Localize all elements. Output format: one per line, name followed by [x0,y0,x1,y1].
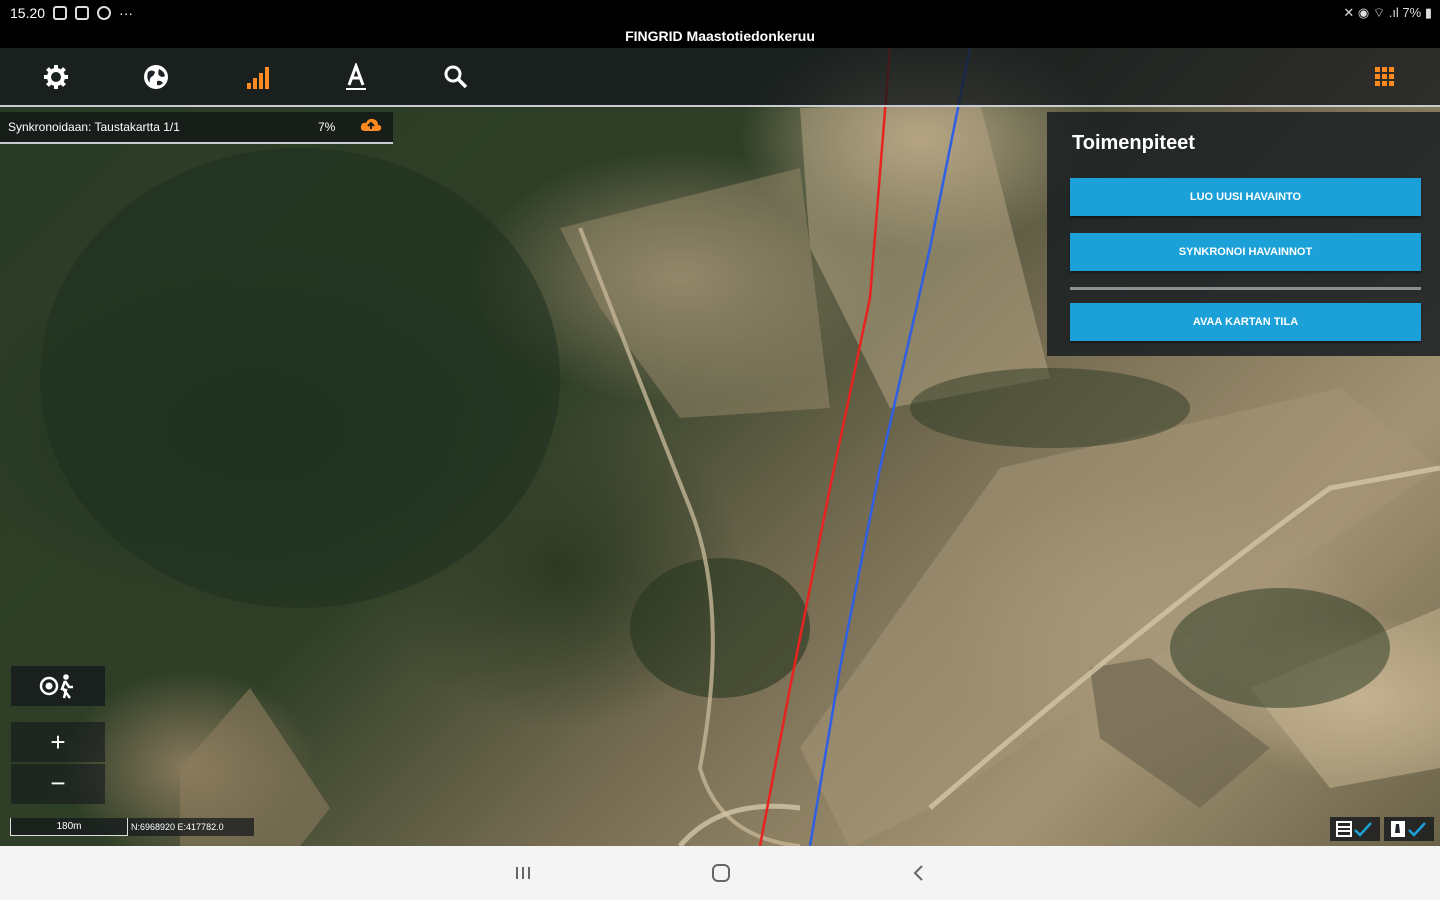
signal-bars-icon [247,67,269,89]
map-check-icon [1391,821,1426,837]
forest-area [1170,588,1390,708]
forest-area [40,148,560,608]
menu-button[interactable] [1367,60,1403,94]
cloud-upload-icon [360,118,382,131]
home-icon [712,864,730,882]
text-tool-icon [346,63,366,90]
location-follow-button[interactable] [11,666,105,706]
status-bar: 15.20 ··· ✕ ◉ ⌔ .ıl 7% ▮ [0,0,1440,26]
forest-area [630,558,810,698]
status-indicators: ✕ ◉ ⌔ .ıl 7% ▮ [1343,5,1432,20]
forest-area [910,368,1190,448]
sync-percent: 7% [318,120,336,134]
zoom-in-button[interactable]: + [11,722,105,762]
location-follow-icon [39,674,73,699]
text-tool-button[interactable] [338,60,374,94]
actions-panel: Toimenpiteet LUO UUSI HAVAINTO SYNKRONOI… [1047,112,1440,356]
coordinates-readout: N:6968920 E:417782.0 [128,818,254,836]
field-area [560,168,830,418]
back-icon [913,865,923,881]
gallery-icon [75,6,90,20]
gps-signal-button[interactable] [240,60,276,94]
more-notifications: ··· [119,5,134,21]
panel-title: Toimenpiteet [1072,132,1195,154]
app-title: FINGRID Maastotiedonkeruu [625,28,815,44]
create-observation-button[interactable]: LUO UUSI HAVAINTO [1070,178,1421,216]
top-toolbar [0,48,1440,107]
zoom-out-button[interactable]: − [11,764,105,804]
recents-button[interactable] [508,862,538,884]
gear-icon [44,65,68,89]
map-toggle-button[interactable] [1384,817,1434,841]
title-bar: FINGRID Maastotiedonkeruu [0,26,1440,48]
panel-divider [1070,287,1421,290]
back-button[interactable] [904,862,934,884]
home-button[interactable] [706,862,736,884]
sync-label: Synkronoidaan: Taustakartta 1/1 [8,120,180,134]
search-icon [444,65,468,89]
grid-menu-icon [1375,67,1394,86]
sync-observations-button[interactable]: SYNKRONOI HAVAINNOT [1070,233,1421,271]
scale-bar: 180m [10,818,128,836]
notification-icon [53,6,68,20]
layer-toggle-button[interactable] [1330,817,1380,841]
system-nav-bar [0,846,1440,900]
status-left: 15.20 ··· [10,5,133,21]
recents-icon [516,867,530,879]
layers-check-icon [1336,821,1372,837]
clock: 15.20 [10,5,46,21]
sync-status-bar: Synkronoidaan: Taustakartta 1/1 7% [0,112,393,144]
open-map-state-button[interactable]: AVAA KARTAN TILA [1070,303,1421,341]
settings-button[interactable] [38,60,74,94]
search-button[interactable] [438,60,474,94]
sync-icon [97,6,112,20]
map-layers-button[interactable] [138,60,174,94]
globe-icon [144,65,168,89]
field-area [800,103,1050,408]
